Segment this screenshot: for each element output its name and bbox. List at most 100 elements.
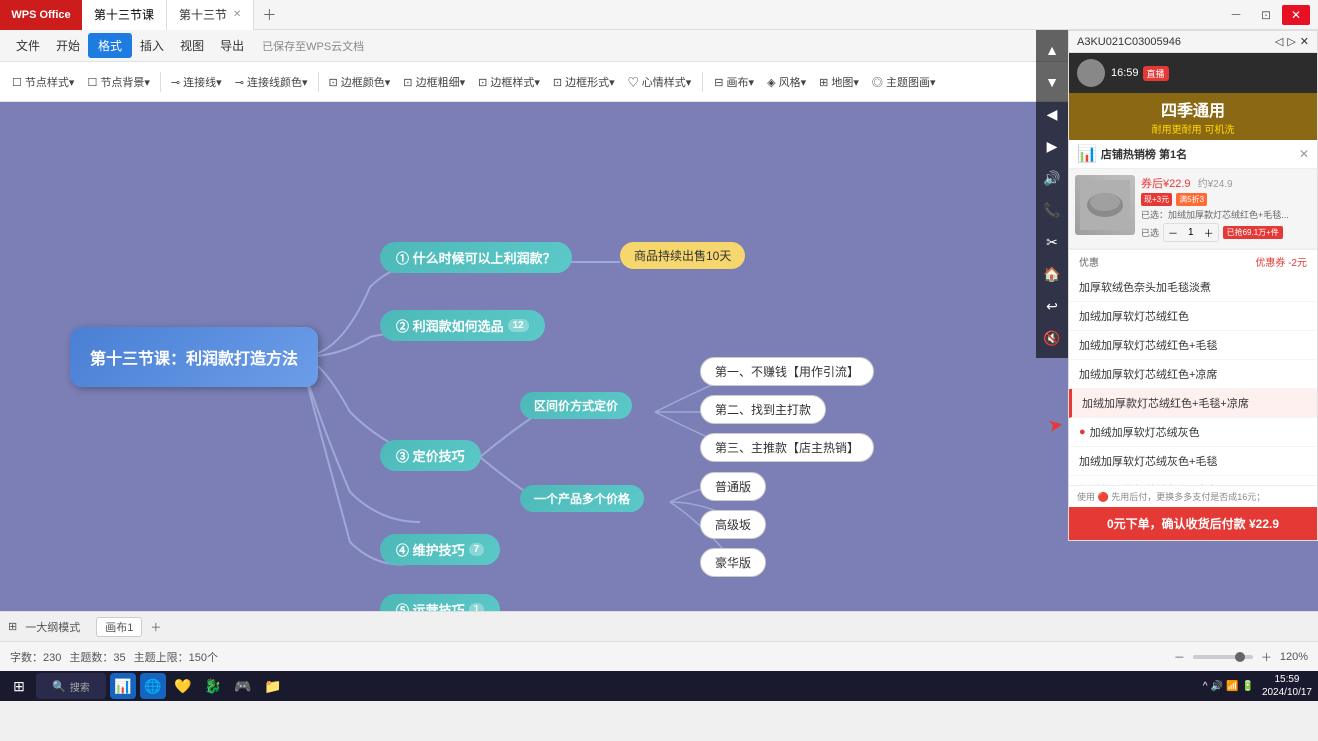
coupon-discount: 优惠券 -2元: [1255, 254, 1307, 269]
panel-nav-mute[interactable]: 🔇: [1038, 324, 1066, 352]
toolbar-sep-3: [702, 72, 703, 92]
taskbar-app1-icon[interactable]: 💛: [170, 673, 196, 699]
close-button[interactable]: ✕: [1282, 5, 1310, 25]
zoom-slider[interactable]: [1193, 655, 1253, 659]
tab-2-close[interactable]: ✕: [233, 9, 241, 20]
taskbar-app2-icon[interactable]: 🐉: [200, 673, 226, 699]
option-6[interactable]: ● 加绒加厚软灯芯绒灰色: [1069, 418, 1317, 447]
toolbar-border-style[interactable]: ⊡ 边框样式▾: [472, 71, 546, 93]
taskbar-files-icon[interactable]: 📁: [260, 673, 286, 699]
toolbar-node-style[interactable]: ☐ 节点样式▾: [6, 71, 80, 93]
option-2[interactable]: 加绒加厚软灯芯绒红色: [1069, 302, 1317, 331]
option-1[interactable]: 加厚软绒色奈头加毛毯淡煮: [1069, 273, 1317, 302]
menu-view[interactable]: 视图: [172, 33, 212, 58]
panel-nav-home[interactable]: 🏠: [1038, 260, 1066, 288]
qty-minus[interactable]: －: [1164, 224, 1182, 241]
toolbar-node-bg[interactable]: ☐ 节点背景▾: [81, 71, 155, 93]
branch-node-5[interactable]: ⑤ 运营技巧 1: [380, 594, 500, 611]
leaf-no-profit[interactable]: 第一、不赚钱【用作引流】: [700, 357, 874, 386]
panel-nav-back[interactable]: ↩: [1038, 292, 1066, 320]
buy-button[interactable]: 0元下单，确认收货后付款 ¥22.9: [1069, 507, 1317, 540]
panel-nav-up[interactable]: ▲: [1038, 36, 1066, 64]
option-8[interactable]: 加绒加厚软灯芯绒灰色+凉席: [1069, 476, 1317, 485]
panel-header: A3KU021C03005946 ◁ ▷ ✕: [1069, 31, 1317, 53]
save-status: 已保存至WPS云文档: [262, 38, 364, 54]
outline-mode[interactable]: ⊞: [8, 620, 17, 633]
leaf-normal[interactable]: 普通版: [700, 472, 766, 501]
toolbar-connector[interactable]: ⊸ 连接线▾: [165, 71, 228, 93]
restore-button[interactable]: ⊡: [1252, 5, 1280, 25]
time-display: 15:59 2024/10/17: [1262, 673, 1312, 699]
tab-1[interactable]: 第十三节课: [82, 0, 167, 30]
search-bar[interactable]: 🔍 搜索: [36, 673, 106, 699]
menu-export[interactable]: 导出: [212, 33, 252, 58]
shop-top-banner: 📊 店铺热销榜 第1名 ✕: [1069, 140, 1317, 169]
taskbar-chart-icon[interactable]: 📊: [110, 673, 136, 699]
panel-next[interactable]: ▷: [1287, 35, 1295, 48]
status-bar: 字数：230 主题数：35 主题上限：150个 － ＋ 120%: [0, 641, 1318, 671]
tray-expand[interactable]: ^: [1203, 681, 1208, 692]
menu-start[interactable]: 开始: [48, 33, 88, 58]
toolbar-border-color[interactable]: ⊡ 边框颜色▾: [323, 71, 397, 93]
branch-node-4[interactable]: ④ 维护技巧 7: [380, 534, 500, 565]
tab-add-button[interactable]: ＋: [254, 5, 284, 25]
branch-node-1[interactable]: ① 什么时候可以上利润款？: [380, 242, 572, 273]
panel-close[interactable]: ✕: [1300, 35, 1309, 48]
title-bar: WPS Office 第十三节课 第十三节 ✕ ＋ － ⊡ ✕: [0, 0, 1318, 30]
minimize-button[interactable]: －: [1222, 5, 1250, 25]
zoom-minus[interactable]: －: [1174, 649, 1185, 665]
option-7[interactable]: 加绒加厚软灯芯绒灰色+毛毯: [1069, 447, 1317, 476]
option-5[interactable]: 加绒加厚款灯芯绒红色+毛毯+凉席: [1069, 389, 1317, 418]
toolbar-style[interactable]: ◈ 风格▾: [761, 71, 812, 93]
tray-volume[interactable]: 🔊: [1211, 681, 1223, 692]
pricing-label-2[interactable]: 一个产品多个价格: [520, 485, 644, 512]
menu-format[interactable]: 格式: [88, 33, 132, 58]
taskbar-browser-icon[interactable]: 🌐: [140, 673, 166, 699]
live-badge: 直播: [1143, 66, 1169, 81]
shop-close-btn[interactable]: ✕: [1299, 147, 1309, 161]
toolbar-mood-style[interactable]: ♡ 心情样式▾: [622, 71, 698, 93]
leaf-luxury[interactable]: 豪华版: [700, 548, 766, 577]
taskbar-app3-icon[interactable]: 🎮: [230, 673, 256, 699]
pricing-label-1[interactable]: 区间价方式定价: [520, 392, 632, 419]
option-4[interactable]: 加绒加厚软灯芯绒红色+凉席: [1069, 360, 1317, 389]
panel-nav-volume[interactable]: 🔊: [1038, 164, 1066, 192]
branch-node-3[interactable]: ③ 定价技巧: [380, 440, 481, 471]
tab-2[interactable]: 第十三节 ✕: [167, 0, 254, 30]
live-time: 16:59: [1111, 67, 1139, 79]
branch-node-2[interactable]: ② 利润款如何选品 12: [380, 310, 545, 341]
toolbar-canvas[interactable]: ⊟ 画布▾: [708, 71, 760, 93]
options-list[interactable]: 加厚软绒色奈头加毛毯淡煮 加绒加厚软灯芯绒红色 加绒加厚软灯芯绒红色+毛毯 加绒…: [1069, 273, 1317, 485]
toolbar-theme[interactable]: ◎ 主题图画▾: [866, 71, 942, 93]
leaf-hot-product[interactable]: 第三、主推款【店主热销】: [700, 433, 874, 462]
add-canvas[interactable]: ＋: [150, 619, 161, 635]
zoom-plus[interactable]: ＋: [1261, 649, 1272, 665]
menu-file[interactable]: 文件: [8, 33, 48, 58]
panel-nav-right[interactable]: ▶: [1038, 132, 1066, 160]
panel-nav-down[interactable]: ▼: [1038, 68, 1066, 96]
panel-nav-phone[interactable]: 📞: [1038, 196, 1066, 224]
qty-plus[interactable]: ＋: [1200, 224, 1218, 241]
toolbar-connector-color[interactable]: ⊸ 连接线颜色▾: [229, 71, 314, 93]
start-button[interactable]: ⊞: [6, 673, 32, 699]
toolbar-border-width[interactable]: ⊡ 边框粗细▾: [397, 71, 471, 93]
toolbar-map[interactable]: ⊞ 地图▾: [813, 71, 865, 93]
coupon-header: 优惠 优惠券 -2元: [1069, 249, 1317, 273]
current-time: 15:59: [1262, 673, 1312, 686]
option-3[interactable]: 加绒加厚软灯芯绒红色+毛毯: [1069, 331, 1317, 360]
menu-insert[interactable]: 插入: [132, 33, 172, 58]
panel-nav-scissors[interactable]: ✂: [1038, 228, 1066, 256]
toolbar-border-shape[interactable]: ⊡ 边框形式▾: [547, 71, 621, 93]
panel-nav-left[interactable]: ◀: [1038, 100, 1066, 128]
tray-network[interactable]: 📶: [1226, 681, 1238, 692]
canvas-tab[interactable]: 画布1: [96, 617, 142, 637]
leaf-node-1-1[interactable]: 商品持续出售10天: [620, 242, 745, 269]
central-node[interactable]: 第十三节课：利润款打造方法: [70, 327, 318, 387]
leaf-advanced[interactable]: 高级坂: [700, 510, 766, 539]
status-right: － ＋ 120%: [1174, 649, 1308, 665]
leaf-main-product[interactable]: 第二、找到主打款: [700, 395, 826, 424]
tray-battery[interactable]: 🔋: [1241, 681, 1253, 692]
zoom-level: 120%: [1280, 651, 1308, 663]
product-tags: 现+3元 满5折3: [1141, 193, 1311, 206]
panel-prev[interactable]: ◁: [1275, 35, 1283, 48]
